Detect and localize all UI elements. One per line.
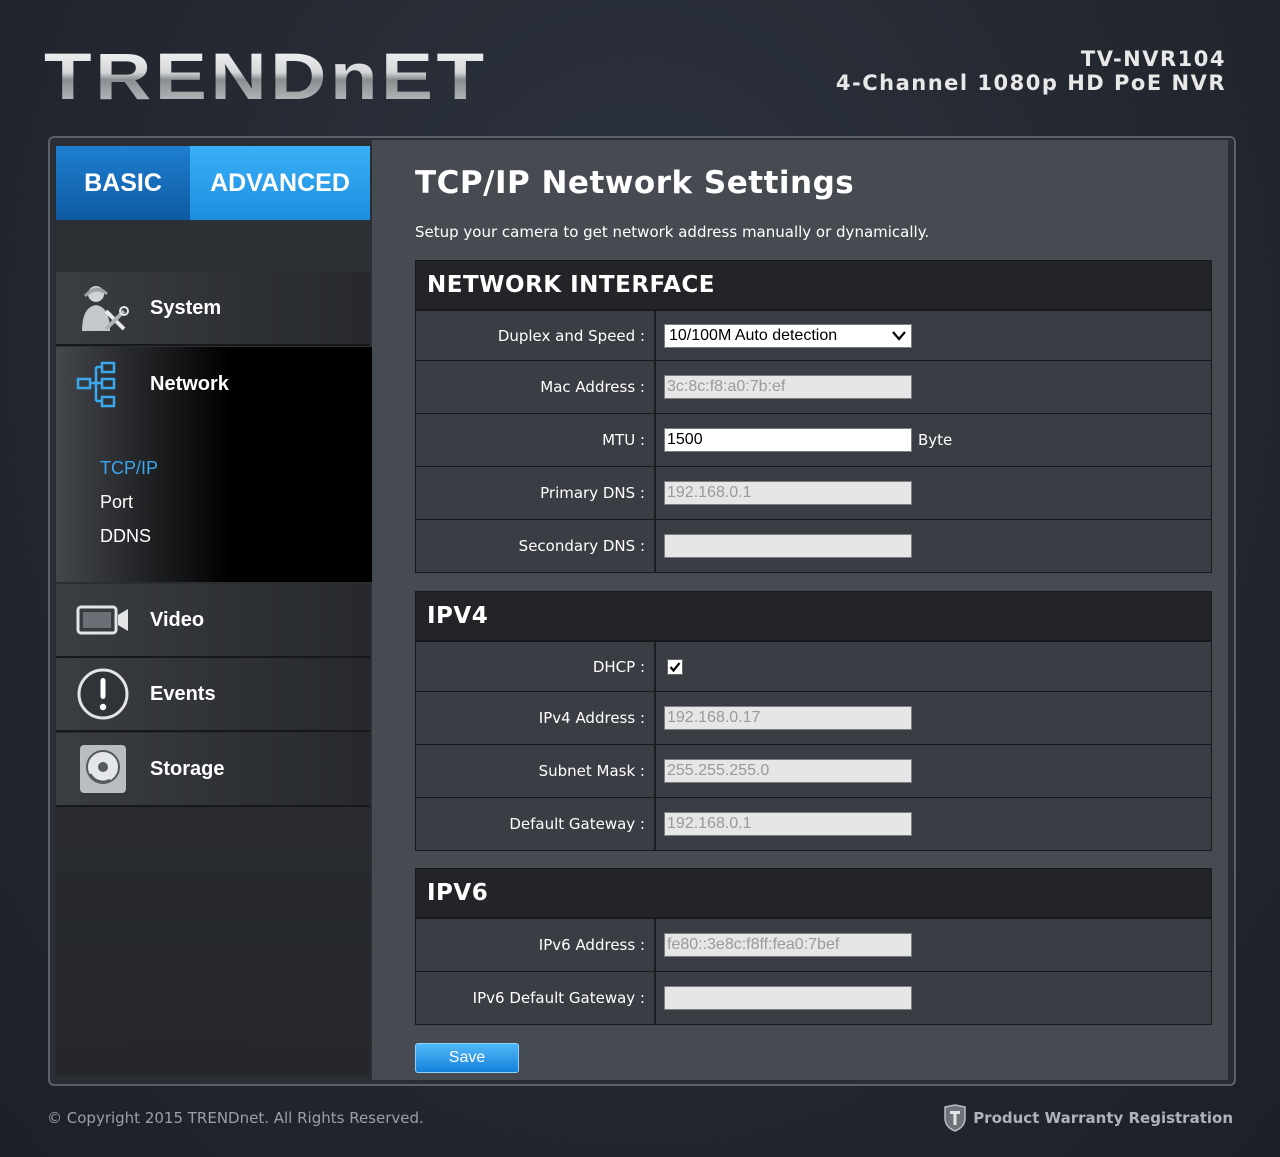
field-label: Secondary DNS : bbox=[416, 520, 656, 572]
field-label: MTU : bbox=[416, 414, 656, 466]
chevron-down-icon bbox=[892, 330, 906, 341]
subnav-ddns[interactable]: DDNS bbox=[100, 526, 151, 547]
checkmark-icon bbox=[669, 661, 681, 672]
sidebar: BASIC ADVANCED System Network TCP/IP Por… bbox=[56, 146, 386, 1076]
form-row-ipv6-gateway: IPv6 Default Gateway : bbox=[416, 971, 1211, 1024]
mac-address-field: 3c:8c:f8:a0:7b:ef bbox=[664, 375, 912, 399]
sidebar-item-system[interactable]: System bbox=[56, 272, 370, 346]
mtu-input[interactable]: 1500 bbox=[664, 428, 912, 452]
page-title: TCP/IP Network Settings bbox=[415, 165, 855, 201]
field-label: DHCP : bbox=[416, 642, 656, 691]
field-label: IPv6 Address : bbox=[416, 919, 656, 971]
form-row-primary-dns: Primary DNS : 192.168.0.1 bbox=[416, 466, 1211, 519]
tab-basic[interactable]: BASIC bbox=[56, 146, 190, 220]
ipv4-address-field: 192.168.0.17 bbox=[664, 706, 912, 730]
sidebar-item-label: Storage bbox=[150, 757, 225, 780]
ipv6-section: IPV6 IPv6 Address : fe80::3e8c:f8ff:fea0… bbox=[415, 868, 1212, 1025]
subnav-port[interactable]: Port bbox=[100, 492, 133, 513]
sidebar-item-video[interactable]: Video bbox=[56, 584, 370, 658]
product-name: 4-Channel 1080p HD PoE NVR bbox=[835, 71, 1226, 95]
field-label: Subnet Mask : bbox=[416, 745, 656, 797]
form-row-subnet-mask: Subnet Mask : 255.255.255.0 bbox=[416, 744, 1211, 797]
field-label: Default Gateway : bbox=[416, 798, 656, 850]
sidebar-item-events[interactable]: Events bbox=[56, 658, 370, 732]
copyright: © Copyright 2015 TRENDnet. All Rights Re… bbox=[47, 1109, 424, 1127]
network-head: Network bbox=[56, 347, 229, 421]
ipv6-address-field: fe80::3e8c:f8ff:fea0:7bef bbox=[664, 933, 912, 957]
sidebar-item-label: Events bbox=[150, 682, 216, 705]
form-row-ipv6-address: IPv6 Address : fe80::3e8c:f8ff:fea0:7bef bbox=[416, 918, 1211, 971]
system-icon bbox=[76, 281, 130, 335]
sidebar-item-label: Network bbox=[150, 372, 229, 395]
field-label: IPv6 Default Gateway : bbox=[416, 972, 656, 1024]
page-description: Setup your camera to get network address… bbox=[415, 223, 930, 241]
mode-tabs: BASIC ADVANCED bbox=[56, 146, 370, 236]
main-panel: TCP/IP Network Settings Setup your camer… bbox=[372, 140, 1228, 1080]
form-row-secondary-dns: Secondary DNS : bbox=[416, 519, 1211, 572]
sidebar-item-network[interactable]: Network TCP/IP Port DDNS bbox=[56, 347, 386, 582]
warranty-link[interactable]: Product Warranty Registration bbox=[943, 1104, 1233, 1132]
subnav-tcpip[interactable]: TCP/IP bbox=[100, 458, 158, 479]
field-label: IPv4 Address : bbox=[416, 692, 656, 744]
mtu-unit: Byte bbox=[918, 431, 953, 449]
default-gateway-field: 192.168.0.1 bbox=[664, 812, 912, 836]
duplex-speed-select[interactable]: 10/100M Auto detection bbox=[664, 323, 912, 348]
section-heading: NETWORK INTERFACE bbox=[416, 261, 1211, 310]
form-row-default-gateway: Default Gateway : 192.168.0.1 bbox=[416, 797, 1211, 850]
form-row-dhcp: DHCP : bbox=[416, 641, 1211, 691]
trendnet-logo: TRENDnET bbox=[44, 39, 488, 113]
video-camera-icon bbox=[76, 593, 130, 647]
field-label: Mac Address : bbox=[416, 361, 656, 413]
model-number: TV-NVR104 bbox=[1080, 47, 1226, 71]
sidebar-item-label: Video bbox=[150, 608, 205, 631]
storage-disk-icon bbox=[76, 742, 130, 796]
form-row-duplex: Duplex and Speed : 10/100M Auto detectio… bbox=[416, 310, 1211, 360]
subnet-mask-field: 255.255.255.0 bbox=[664, 759, 912, 783]
network-interface-section: NETWORK INTERFACE Duplex and Speed : 10/… bbox=[415, 260, 1212, 573]
form-row-ipv4-address: IPv4 Address : 192.168.0.17 bbox=[416, 691, 1211, 744]
form-row-mac: Mac Address : 3c:8c:f8:a0:7b:ef bbox=[416, 360, 1211, 413]
ipv4-section: IPV4 DHCP : IPv4 Address : 192.168.0.17 … bbox=[415, 591, 1212, 851]
form-row-mtu: MTU : 1500 Byte bbox=[416, 413, 1211, 466]
dhcp-checkbox[interactable] bbox=[667, 658, 683, 675]
sidebar-item-label: System bbox=[150, 296, 222, 319]
tab-advanced[interactable]: ADVANCED bbox=[190, 146, 370, 236]
sidebar-item-storage[interactable]: Storage bbox=[56, 733, 370, 807]
tab-advanced-label: ADVANCED bbox=[210, 168, 350, 197]
section-heading: IPV6 bbox=[416, 869, 1211, 918]
secondary-dns-field bbox=[664, 534, 912, 558]
tab-spacer bbox=[56, 220, 370, 272]
section-heading: IPV4 bbox=[416, 592, 1211, 641]
product-model: TV-NVR104 4-Channel 1080p HD PoE NVR bbox=[836, 47, 1226, 95]
warranty-label: Product Warranty Registration bbox=[973, 1109, 1233, 1127]
network-icon bbox=[76, 357, 130, 411]
shield-icon bbox=[944, 1104, 966, 1132]
alert-icon bbox=[76, 667, 130, 721]
save-button[interactable]: Save bbox=[415, 1043, 519, 1073]
ipv6-gateway-field bbox=[664, 986, 912, 1010]
primary-dns-field: 192.168.0.1 bbox=[664, 481, 912, 505]
field-label: Duplex and Speed : bbox=[416, 311, 656, 360]
field-label: Primary DNS : bbox=[416, 467, 656, 519]
select-value: 10/100M Auto detection bbox=[669, 326, 838, 344]
